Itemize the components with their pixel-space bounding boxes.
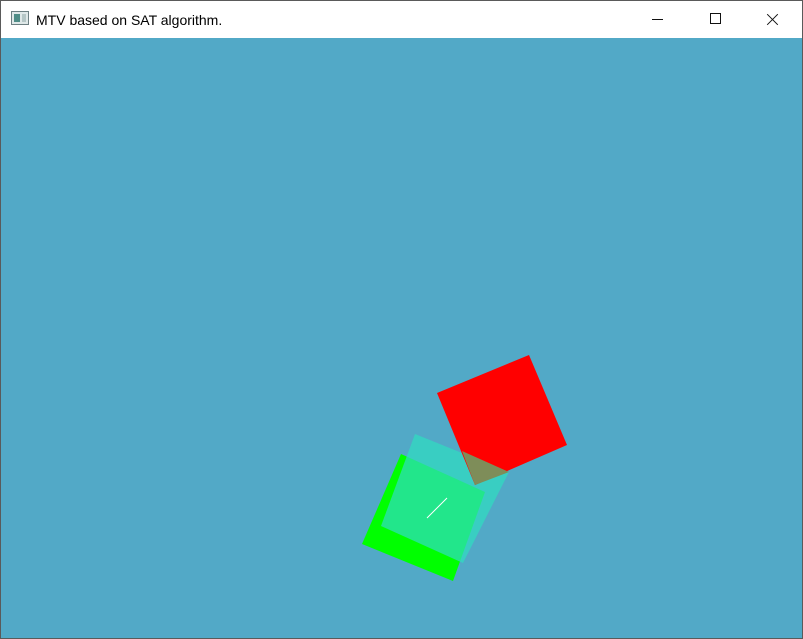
maximize-button[interactable] bbox=[686, 1, 744, 38]
minimize-button[interactable] bbox=[628, 1, 686, 38]
collision-scene bbox=[1, 38, 802, 638]
application-window: MTV based on SAT algorithm. bbox=[0, 0, 803, 639]
application-icon bbox=[11, 11, 29, 25]
close-icon bbox=[767, 13, 779, 25]
window-controls bbox=[628, 1, 802, 38]
close-button[interactable] bbox=[744, 1, 802, 38]
minimize-icon bbox=[652, 19, 663, 20]
collision-canvas[interactable] bbox=[1, 38, 802, 638]
title-bar[interactable]: MTV based on SAT algorithm. bbox=[1, 1, 802, 38]
maximize-icon bbox=[710, 13, 721, 24]
window-title: MTV based on SAT algorithm. bbox=[36, 12, 223, 28]
